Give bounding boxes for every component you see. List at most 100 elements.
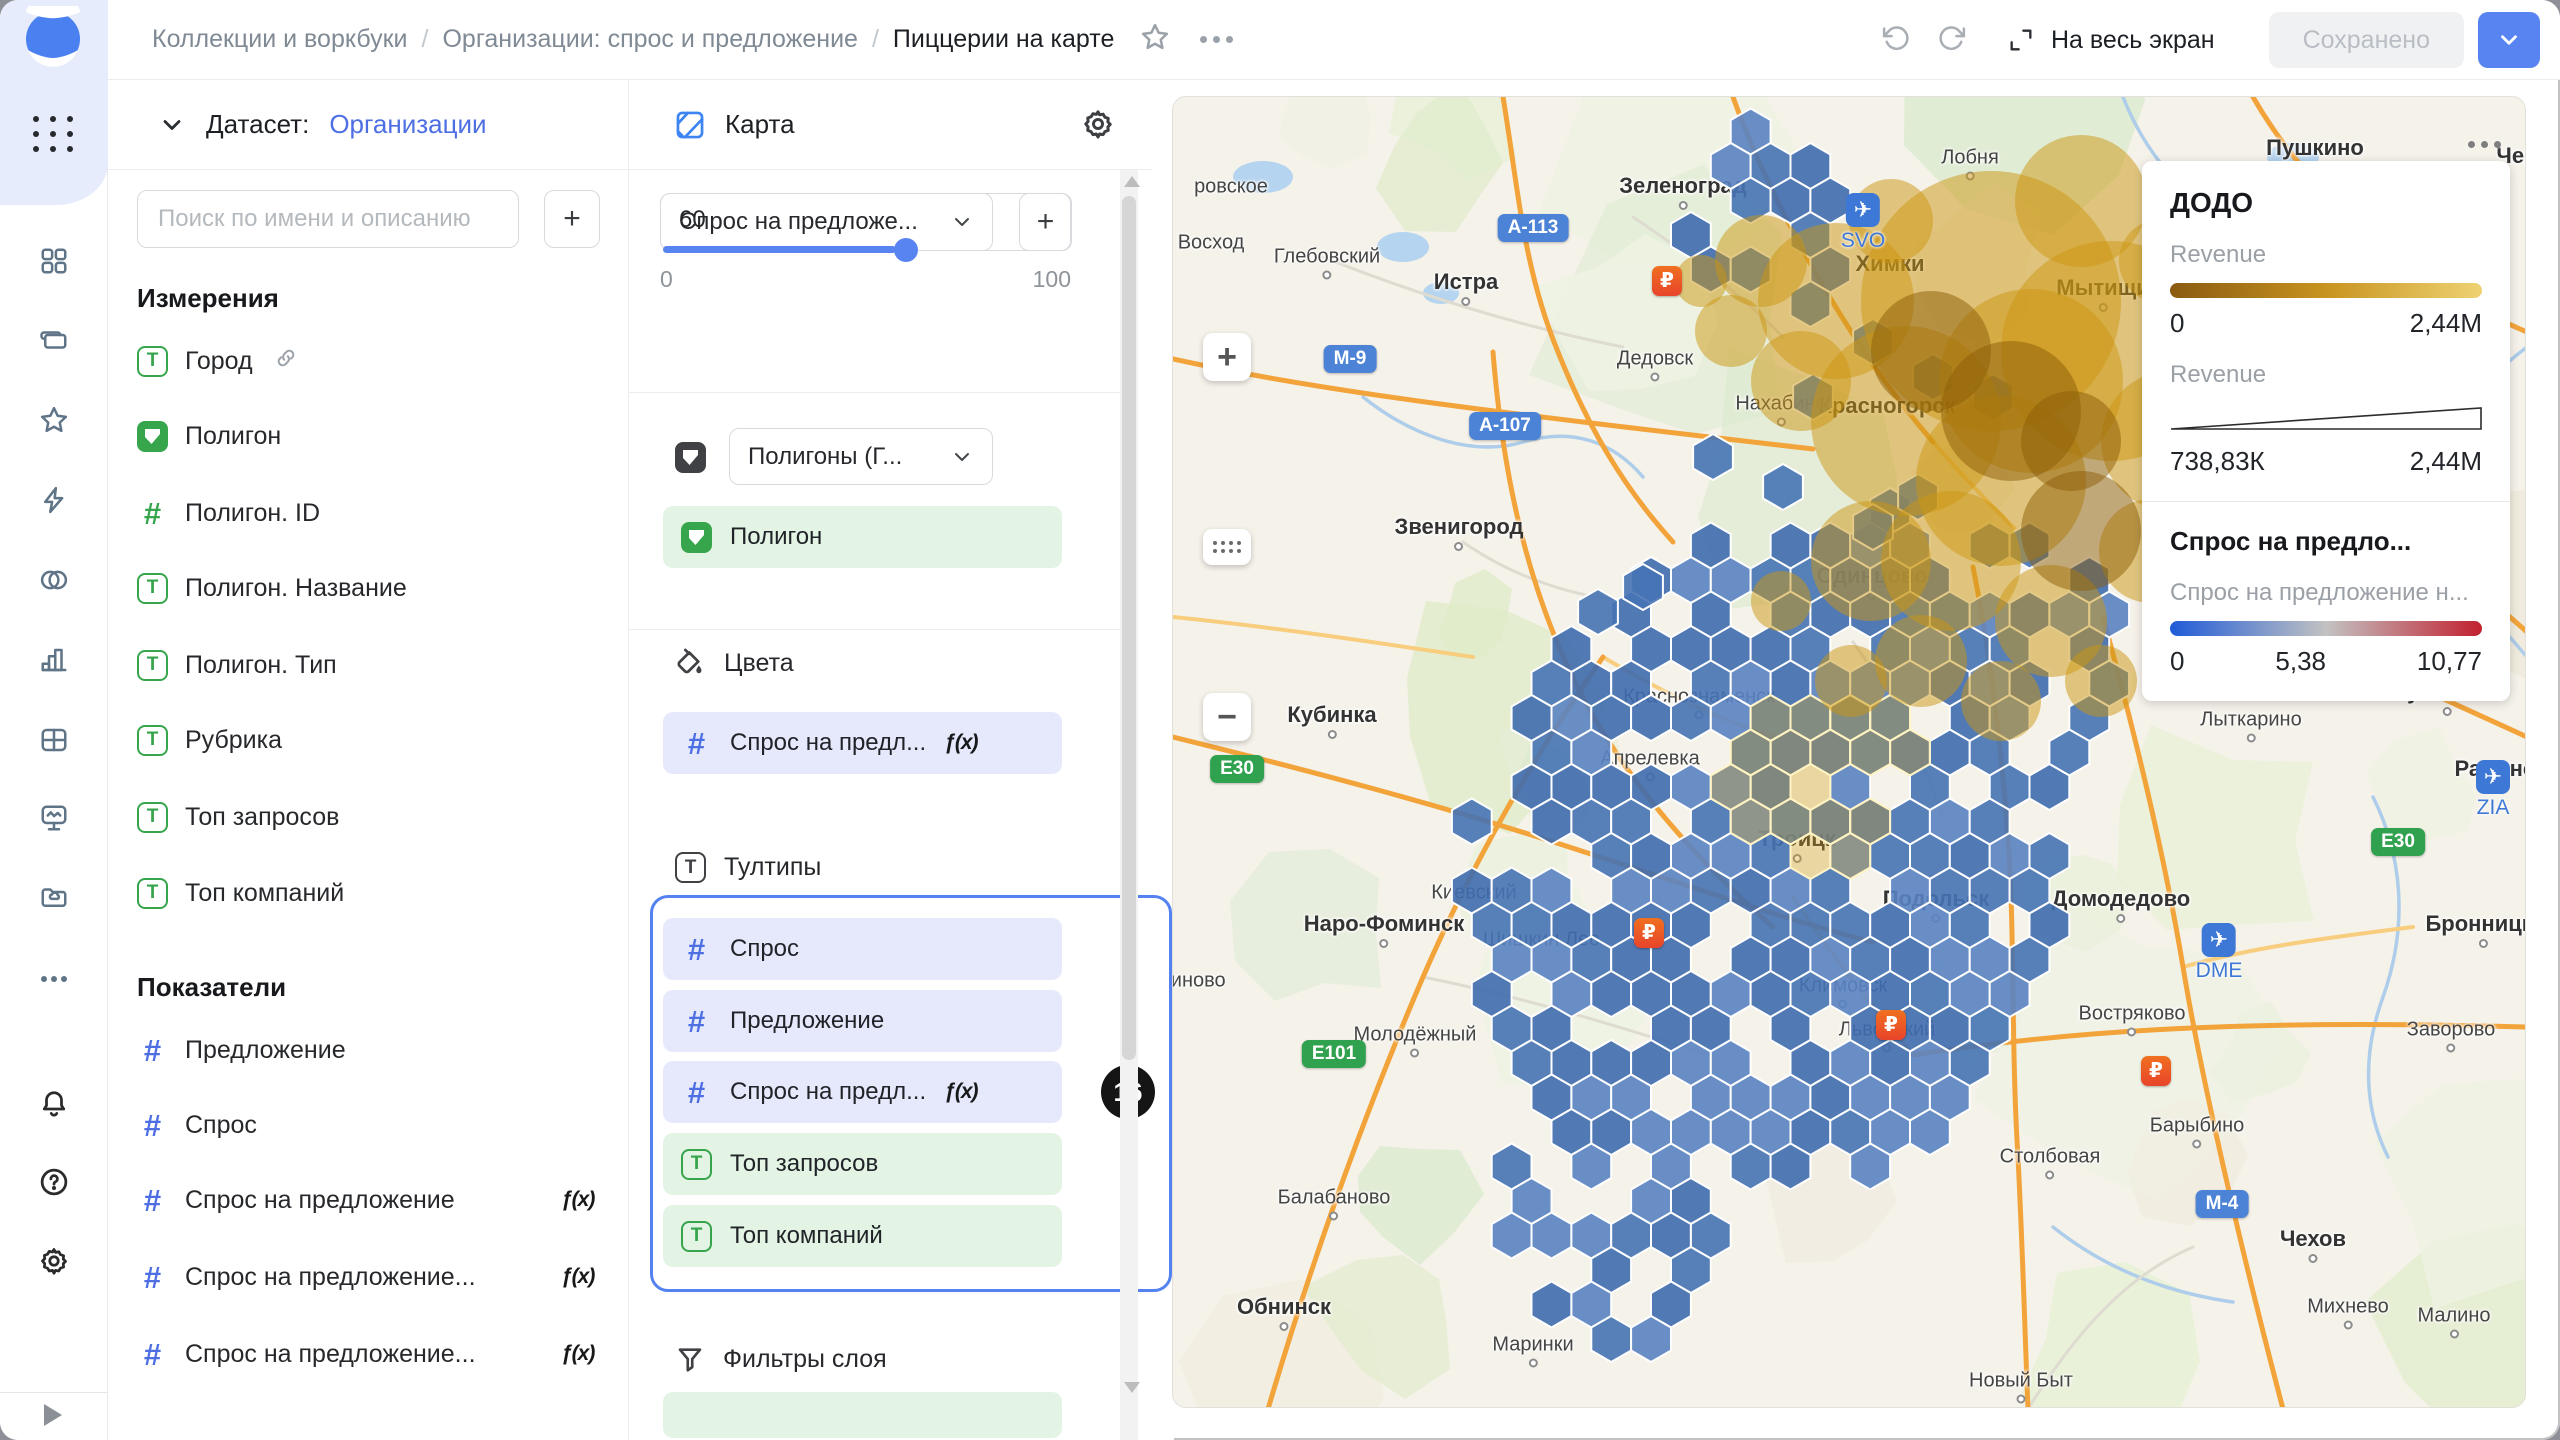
scroll-up-icon[interactable] [1124, 176, 1140, 187]
help-icon[interactable] [39, 1167, 69, 1202]
collections-icon[interactable] [39, 325, 69, 360]
search-input[interactable] [137, 190, 519, 248]
tooltip-field-chip[interactable]: #Спрос на предл...ƒ(x) [663, 1061, 1062, 1123]
field-label: Полигон [185, 422, 281, 451]
datalens-logo-icon[interactable] [20, 6, 86, 77]
favorites-icon[interactable] [39, 405, 69, 440]
link-icon [274, 346, 298, 377]
expand-sidebar-icon[interactable] [44, 1404, 62, 1426]
legend-size-min: 738,83К [2170, 446, 2265, 477]
number-field-icon: # [137, 1339, 168, 1370]
field-row[interactable]: #Спрос на предложение...ƒ(x) [137, 1253, 607, 1301]
field-row[interactable]: #Предложение [137, 1026, 607, 1074]
tooltips-section: T Тултипы [675, 852, 821, 883]
dashboards-icon[interactable] [39, 246, 69, 281]
field-row[interactable]: TТоп компаний [137, 869, 607, 917]
save-dropdown-button[interactable] [2478, 12, 2540, 68]
field-row[interactable]: #Спрос на предложение...ƒ(x) [137, 1330, 607, 1378]
fullscreen-button[interactable]: На весь экран [2007, 26, 2215, 55]
road-shield: Е30 [1210, 755, 1264, 783]
topbar: Коллекции и воркбуки/Организации: спрос … [108, 0, 2560, 80]
tooltip-field-chip[interactable]: TТоп запросов [663, 1133, 1062, 1195]
more-menu-icon[interactable] [1200, 36, 1233, 43]
tooltips-title: Тултипы [724, 853, 821, 882]
opacity-min: 0 [660, 266, 673, 293]
tooltip-field-chip[interactable]: #Спрос [663, 918, 1062, 980]
chart-type-header[interactable]: Карта [629, 80, 1152, 170]
layer-opacity-box[interactable]: 60 [660, 193, 1071, 251]
quick-charts-icon[interactable] [39, 485, 69, 520]
layer-filters-section: Фильтры слоя [675, 1344, 887, 1374]
storage-icon[interactable] [39, 882, 69, 917]
dataset-header[interactable]: Датасет: Организации [108, 80, 628, 170]
field-label: Город [185, 347, 253, 376]
panel-scrollbar[interactable] [1120, 170, 1138, 1440]
legend-rev-max: 2,44M [2410, 308, 2482, 339]
dataset-name-link[interactable]: Организации [329, 109, 486, 140]
legend-revenue-label: Revenue [2170, 241, 2482, 269]
zoom-in-button[interactable]: + [1203, 333, 1251, 381]
field-row[interactable]: #Полигон. ID [137, 489, 607, 537]
tables-icon[interactable] [39, 725, 69, 760]
breadcrumb-item: Пиццерии на карте [893, 25, 1114, 54]
geofield-chip[interactable]: Полигон [663, 506, 1062, 568]
apps-grid-icon[interactable] [33, 116, 75, 152]
breadcrumb-item[interactable]: Организации: спрос и предложение [442, 25, 857, 54]
field-row[interactable]: TПолигон. Тип [137, 641, 607, 689]
chart-type-label: Карта [725, 109, 795, 140]
rail-more-icon[interactable] [39, 972, 69, 991]
map-canvas[interactable]: ПушкиноЧерЛобняЗеленоградровскоеВосходГл… [1172, 96, 2526, 1408]
field-row[interactable]: #Спрос на предложениеƒ(x) [137, 1176, 607, 1224]
geopolygon-field-icon [137, 421, 168, 452]
map-legend: ДОДО Revenue 0 2,44M Revenue 738,83К 2,4… [2142, 161, 2510, 701]
breadcrumb-item[interactable]: Коллекции и воркбуки [152, 25, 408, 54]
fullscreen-label: На весь экран [2051, 26, 2215, 55]
zoom-out-button[interactable]: − [1203, 693, 1251, 741]
field-row[interactable]: TПолигон. Название [137, 564, 607, 612]
text-field-icon: T [137, 878, 168, 909]
layer-settings-gear-icon[interactable] [1082, 108, 1114, 146]
datasets-icon[interactable] [39, 565, 69, 600]
field-row[interactable]: TГород [137, 337, 607, 385]
formula-icon: ƒ(x) [944, 731, 977, 755]
geotype-select[interactable]: Полигоны (Г... [729, 428, 993, 485]
left-rail [0, 0, 108, 1440]
saved-button[interactable]: Сохранено [2269, 12, 2464, 68]
airport-marker: ✈DME [2196, 923, 2243, 983]
legend-demand-min: 0 [2170, 646, 2184, 677]
text-field-icon: T [675, 852, 706, 883]
charts-icon[interactable] [39, 645, 69, 680]
monitoring-icon[interactable] [39, 803, 69, 838]
tooltip-field-chip[interactable]: TТоп компаний [663, 1205, 1062, 1267]
scroll-down-icon[interactable] [1124, 1382, 1140, 1393]
colors-section: Цвета [675, 648, 794, 679]
field-row[interactable]: Полигон [137, 412, 607, 460]
opacity-slider-knob[interactable] [894, 238, 918, 262]
notifications-bell-icon[interactable] [39, 1089, 69, 1124]
add-field-button[interactable]: + [544, 190, 600, 248]
filter-chip-partial[interactable] [663, 1392, 1062, 1438]
legend-rev-min: 0 [2170, 308, 2184, 339]
favorite-star-icon[interactable] [1140, 22, 1170, 57]
field-row[interactable]: TРубрика [137, 716, 607, 764]
colors-title: Цвета [724, 649, 794, 678]
field-row[interactable]: TТоп запросов [137, 793, 607, 841]
map-more-icon[interactable] [2468, 141, 2501, 148]
scrollbar-thumb[interactable] [1122, 196, 1136, 1060]
field-label: Рубрика [185, 726, 282, 755]
breadcrumb: Коллекции и воркбуки/Организации: спрос … [152, 25, 1114, 54]
airport-code: SVO [1841, 229, 1885, 253]
zoom-drag-handle[interactable] [1203, 529, 1251, 565]
settings-gear-icon[interactable] [39, 1246, 69, 1281]
redo-icon[interactable] [1937, 23, 1967, 58]
airport-marker: ✈SVO [1841, 193, 1885, 253]
colors-field-chip[interactable]: # Спрос на предл... ƒ(x) [663, 712, 1062, 774]
undo-icon[interactable] [1881, 23, 1911, 58]
opacity-scale: 0 100 [660, 266, 1071, 293]
chevron-down-icon [950, 445, 974, 469]
legend-size-wedge [2170, 405, 2482, 431]
text-field-icon: T [137, 650, 168, 681]
field-row[interactable]: #Спрос [137, 1101, 607, 1149]
number-field-icon: # [137, 498, 168, 529]
tooltip-field-chip[interactable]: #Предложение [663, 990, 1062, 1052]
